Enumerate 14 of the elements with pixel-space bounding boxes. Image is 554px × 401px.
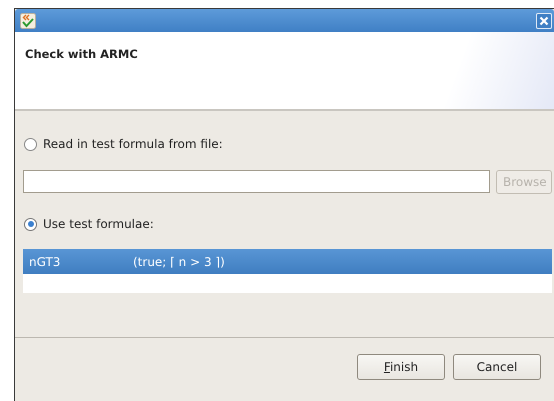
- close-button[interactable]: [536, 12, 552, 28]
- radio-label: Use test formulae:: [43, 217, 154, 231]
- radio-button[interactable]: [24, 218, 37, 230]
- radio-button[interactable]: [24, 138, 37, 150]
- close-icon: [539, 16, 549, 26]
- checkmark-icon: [20, 12, 36, 28]
- dialog-button[interactable]: Finish: [357, 354, 445, 380]
- formula-row[interactable]: nGT3 (true; ⌈ n > 3 ⌉): [23, 249, 552, 274]
- dialog-title: Check with ARMC: [25, 47, 138, 61]
- formula-name: nGT3: [29, 254, 62, 268]
- file-path-field[interactable]: [23, 170, 490, 193]
- dialog-button[interactable]: Cancel: [453, 354, 541, 380]
- formula-text: (true; ⌈ n > 3 ⌉): [133, 254, 225, 268]
- radio-label: Read in test formula from file:: [43, 137, 223, 151]
